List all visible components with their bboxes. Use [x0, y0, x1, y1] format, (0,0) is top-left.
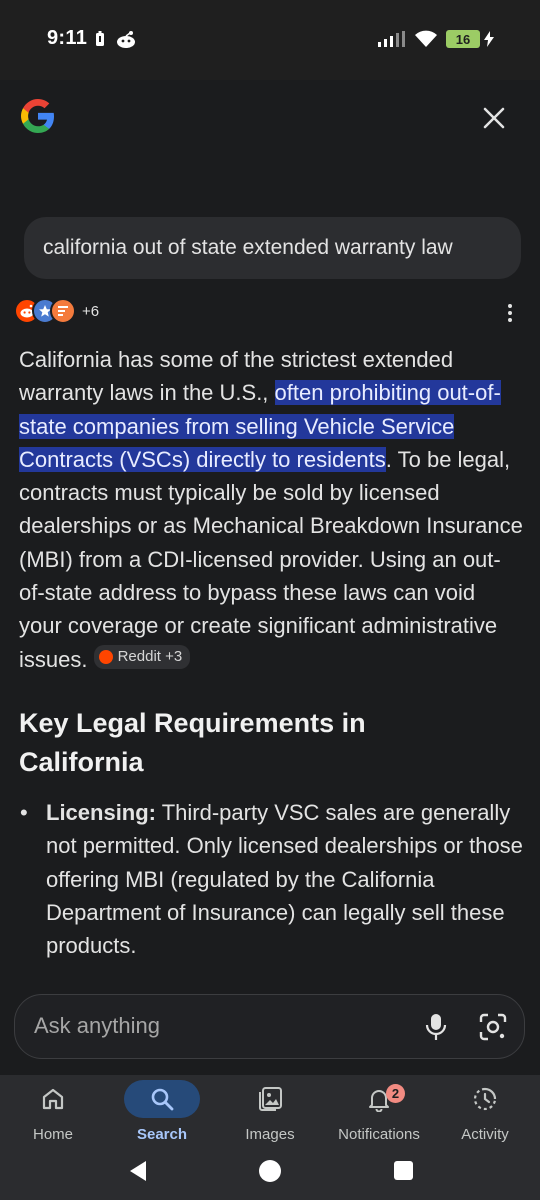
nav-search[interactable]: Search: [107, 1080, 217, 1150]
system-navigation-bar: [0, 1142, 540, 1200]
activity-icon: [473, 1087, 497, 1111]
voice-search-button[interactable]: [421, 1011, 451, 1043]
ai-mode-panel: california out of state extended warrant…: [0, 80, 540, 1075]
sources-row[interactable]: +6: [14, 298, 99, 324]
more-dot-icon: [508, 311, 512, 315]
bullet-text: Licensing: Third-party VSC sales are gen…: [46, 796, 524, 962]
bullet-icon: •: [20, 800, 28, 825]
recents-icon[interactable]: [394, 1161, 413, 1180]
images-icon: [259, 1087, 282, 1111]
nav-label: Activity: [461, 1126, 509, 1143]
status-time: 9:11: [47, 27, 88, 49]
battery-level: 16: [446, 30, 480, 48]
close-button[interactable]: [478, 102, 510, 134]
ask-input[interactable]: Ask anything: [34, 995, 394, 1057]
nav-images[interactable]: Images: [215, 1080, 325, 1150]
nav-pill: [232, 1080, 308, 1118]
bullet-title: Licensing:: [46, 800, 157, 825]
wifi-icon: [415, 30, 437, 47]
notification-badge: 2: [386, 1084, 405, 1103]
citation-chip[interactable]: Reddit +3: [93, 644, 191, 669]
reddit-icon: [98, 649, 113, 664]
ai-mode-content: california out of state extended warrant…: [0, 80, 540, 1075]
more-dot-icon: [508, 304, 512, 308]
citation-label: Reddit +3: [117, 647, 183, 665]
nav-pill: [341, 1080, 417, 1118]
signal-icon: [378, 31, 405, 47]
back-icon[interactable]: [128, 1160, 148, 1182]
answer-paragraph: California has some of the strictest ext…: [19, 343, 524, 676]
nav-activity[interactable]: Activity: [430, 1080, 540, 1150]
nav-pill: [447, 1080, 523, 1118]
battery-saver-icon: [96, 31, 104, 46]
status-right-icons: 16: [378, 29, 494, 49]
nav-label: Images: [245, 1126, 295, 1143]
notification-icon: [117, 31, 135, 48]
more-options-button[interactable]: [500, 302, 520, 324]
google-logo: [21, 99, 54, 133]
form-icon: [50, 298, 76, 324]
nav-label: Home: [32, 1126, 73, 1143]
status-left-icons: [95, 30, 137, 48]
search-icon: [151, 1088, 174, 1111]
lens-button[interactable]: [477, 1011, 509, 1043]
nav-label: Notifications: [338, 1126, 420, 1143]
sources-count: +6: [82, 302, 100, 320]
mic-icon: [425, 1014, 447, 1040]
status-bar: 9:11 16: [0, 0, 540, 80]
answer-text-2: . To be legal, contracts must typically …: [19, 446, 523, 672]
lens-icon: [479, 1013, 507, 1041]
query-text: california out of state extended warrant…: [43, 236, 453, 259]
home-nav-icon[interactable]: [259, 1160, 281, 1182]
nav-home[interactable]: Home: [0, 1080, 108, 1150]
bottom-nav: Home Search Images 2 Notifications Activ…: [0, 1075, 540, 1200]
nav-pill-active: [124, 1080, 200, 1118]
nav-pill: [15, 1080, 91, 1118]
section-heading: Key Legal Requirements in California: [19, 708, 366, 777]
close-icon: [483, 107, 505, 129]
home-icon: [42, 1088, 64, 1110]
nav-label: Search: [136, 1126, 188, 1143]
battery-icon: 16: [446, 29, 486, 49]
ask-bar: Ask anything: [14, 994, 525, 1059]
query-bubble: california out of state extended warrant…: [24, 217, 521, 279]
list-item: • Licensing: Third-party VSC sales are g…: [20, 796, 525, 962]
more-dot-icon: [508, 318, 512, 322]
nav-notifications[interactable]: 2 Notifications: [324, 1080, 434, 1150]
